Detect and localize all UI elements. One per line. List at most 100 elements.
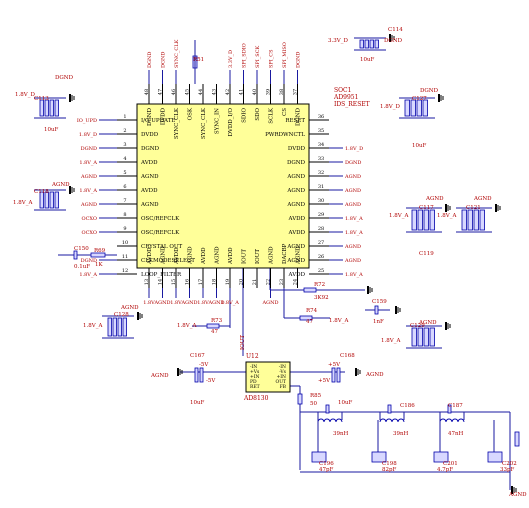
pin-name: DGND	[296, 107, 302, 126]
net-label: SPI_MISO	[282, 42, 288, 68]
capacitor-icon	[429, 327, 435, 347]
capacitor-icon	[117, 317, 122, 337]
net-18va-c128: 1.8V_A	[83, 323, 103, 329]
net-dgnd-top: DGND	[384, 38, 403, 44]
capacitor-icon	[461, 209, 467, 231]
net-agnd-c167: AGND	[150, 373, 169, 379]
net-label: 1.8V_A	[79, 160, 97, 166]
pin-number: 47	[158, 89, 164, 95]
pin-name: AGND	[188, 246, 194, 265]
ground-icon	[495, 204, 497, 212]
capacitor-icon	[417, 327, 423, 347]
c150-label: C150	[74, 246, 89, 252]
net-label: AGND	[344, 202, 361, 208]
pin-name: AVDD	[147, 247, 153, 265]
pin-name: AVDD	[288, 216, 306, 222]
net-label: IO_UPD	[77, 118, 97, 124]
pin-number: 36	[318, 114, 324, 120]
net-label: 1.8V	[143, 300, 155, 306]
pin-name: AVDD	[140, 160, 158, 166]
pin-name: PWRDWNCTL	[265, 132, 305, 138]
opamp-pin: FB	[280, 384, 287, 390]
pin-number: 31	[318, 184, 324, 190]
pin-number: 4	[123, 156, 126, 162]
net-label: SPI_CS	[269, 49, 275, 68]
capacitor-icon	[423, 209, 429, 231]
pin-number: 10	[122, 240, 128, 246]
net-label: SYNC_CLK	[174, 39, 180, 68]
pin-name: SYNC_CLK	[201, 107, 207, 139]
net-label: AGND	[344, 244, 361, 250]
capacitor-icon	[49, 99, 54, 117]
pin-number: 43	[212, 89, 218, 95]
pin-name: OSC/REFCLK	[141, 216, 180, 222]
capacitor-icon	[122, 317, 127, 337]
c168-value: 10uF	[338, 400, 353, 406]
ground-icon	[445, 204, 447, 212]
pin-name: OSC/REFCLK	[141, 230, 180, 236]
capacitor-icon	[112, 317, 117, 337]
net-label: SPI_SCK	[255, 45, 261, 68]
c187-label: C187	[448, 403, 463, 409]
pin-number: 40	[252, 89, 258, 95]
capacitor-icon	[429, 209, 435, 231]
r69-label: R69	[94, 248, 106, 254]
r72-value: 3K92	[314, 295, 329, 301]
pin-number: 2	[123, 128, 126, 134]
pin-number: 45	[185, 89, 191, 95]
net-label: DGND	[345, 160, 361, 166]
capacitor-icon	[364, 39, 369, 49]
resistor-icon	[303, 287, 317, 293]
capacitor-icon	[404, 99, 410, 117]
reset-net: IDS_RESET	[334, 101, 370, 108]
inductor-icon	[391, 418, 399, 423]
pin-number: 12	[122, 268, 128, 274]
r69-value: 1K	[95, 262, 103, 268]
c185-value: 39nH	[333, 431, 349, 437]
ground-icon	[438, 94, 440, 102]
net-label: 1.8V_A	[79, 272, 97, 278]
r72-label: R72	[314, 282, 325, 288]
pin-name: DGND	[287, 160, 306, 166]
resistor-icon	[206, 323, 220, 329]
pin-number: 14	[158, 279, 164, 285]
pin-number: 42	[225, 89, 231, 95]
net-18va-r74: 1.8V_A	[329, 318, 349, 324]
inductor-icon	[439, 418, 447, 423]
net-agnd-right2: AGND	[473, 196, 492, 202]
pin-number: 15	[171, 279, 177, 285]
capacitor-icon	[422, 99, 428, 117]
pin-number: 28	[318, 226, 324, 232]
net-label: 1.8V	[170, 300, 182, 306]
capacitor-icon	[44, 99, 49, 117]
net-18va-c129: 1.8V_A	[381, 338, 401, 344]
pin-name: DVDD	[161, 107, 167, 125]
pin-number: 16	[185, 279, 191, 285]
pin-number: 18	[212, 279, 218, 285]
net-label: AGND	[344, 258, 361, 264]
pin-number: 29	[318, 212, 324, 218]
capacitor-icon	[416, 99, 422, 117]
pin-number: 30	[318, 198, 324, 204]
net-18va-r73: 1.8V_A	[177, 323, 197, 329]
net-label: 1.8V_A	[79, 188, 97, 194]
capacitor-icon	[417, 209, 423, 231]
pin-number: 1	[123, 114, 126, 120]
r74-label: R74	[306, 308, 318, 314]
pin-number: 25	[318, 268, 324, 274]
capacitor-icon	[467, 209, 473, 231]
pin-name: AVDD	[228, 247, 234, 265]
inductor-icon	[329, 418, 337, 423]
pin-name: SYNC_CLK	[174, 107, 180, 139]
net-m5v-b: -5V	[206, 378, 216, 384]
inductor-icon	[451, 418, 459, 423]
pin-number: 35	[318, 128, 324, 134]
net-agnd-right: AGND	[425, 196, 444, 202]
pin-number: 24	[293, 279, 299, 285]
u12-ref: U12	[246, 353, 259, 360]
net-agnd-left: AGND	[51, 182, 70, 188]
pin-number: 11	[122, 254, 128, 260]
net-label: 1.8V	[197, 300, 209, 306]
pin-number: 46	[171, 89, 177, 95]
pin-number: 3	[123, 142, 126, 148]
